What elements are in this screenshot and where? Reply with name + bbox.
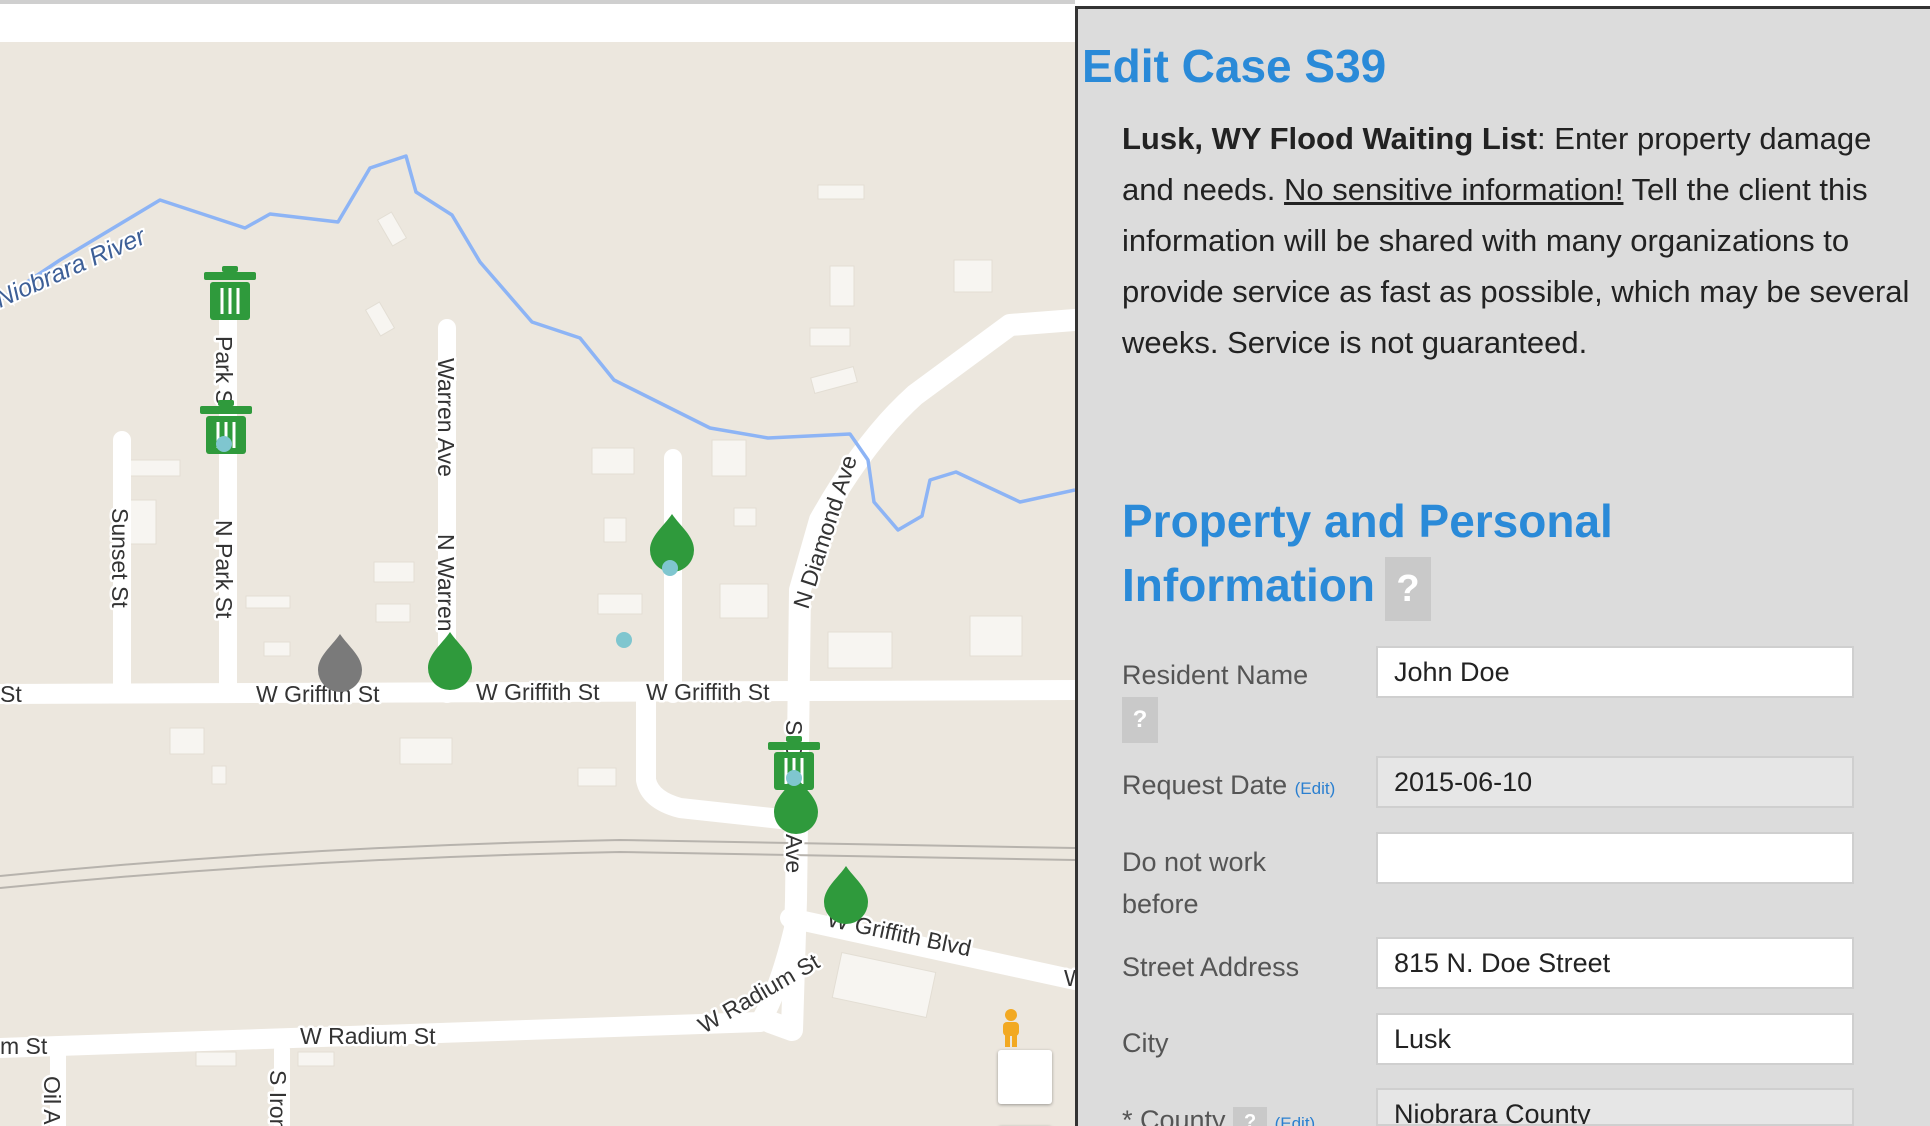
city-input[interactable]: Lusk	[1376, 1013, 1854, 1065]
label-oil-a: Oil A	[39, 1076, 65, 1125]
label-sunset-st: Sunset St	[107, 508, 133, 608]
label-park-st-top: Park S	[211, 336, 237, 405]
county-label: * County ? (Edit)	[1122, 1099, 1315, 1126]
label-w-griffith-st-3: W Griffith St	[646, 679, 770, 705]
resident-name-label: Resident Name	[1122, 660, 1309, 690]
railroad	[0, 838, 1075, 889]
resident-name-input[interactable]: John Doe	[1376, 646, 1854, 698]
label-warren-ave: Warren Ave	[433, 358, 459, 477]
do-not-work-before-input[interactable]	[1376, 832, 1854, 884]
request-date-label-text: Request Date	[1122, 770, 1288, 800]
label-st-left: St	[0, 681, 22, 707]
map-top-bar	[0, 0, 1075, 42]
county-edit-link[interactable]: (Edit)	[1275, 1114, 1316, 1126]
river-label: Niobrara River	[0, 222, 151, 314]
teal-dot-markers	[216, 436, 802, 786]
trash-icon[interactable]	[204, 266, 256, 320]
label-w-edge: W	[1064, 965, 1075, 991]
intro-text: Lusk, WY Flood Waiting List: Enter prope…	[1122, 113, 1912, 368]
street-address-input[interactable]: 815 N. Doe Street	[1376, 937, 1854, 989]
label-w-radium-st: W Radium St	[300, 1023, 436, 1049]
city-label: City	[1122, 1028, 1169, 1058]
intro-warning: No sensitive information!	[1284, 172, 1624, 207]
section-title: Property and Personal Information?	[1122, 489, 1682, 621]
county-help-button[interactable]: ?	[1233, 1106, 1268, 1126]
map-view[interactable]: Niobrara River W Griffith St W Griffith …	[0, 42, 1075, 1126]
county-label-text: * County	[1122, 1105, 1226, 1126]
label-n-diamond-ave: N Diamond Ave	[788, 452, 862, 612]
label-w-griffith-st-2: W Griffith St	[476, 679, 600, 705]
street-view-pegman-button[interactable]	[998, 1009, 1052, 1104]
street-address-label: Street Address	[1122, 952, 1300, 982]
request-date-label: Request Date (Edit)	[1122, 764, 1335, 810]
section-title-text: Property and Personal Information	[1122, 495, 1613, 611]
do-not-work-before-label: Do not work before	[1122, 847, 1267, 919]
green-drop-marker[interactable]	[428, 632, 472, 690]
label-n-park-st: N Park St	[211, 520, 237, 619]
label-m-st: m St	[0, 1033, 48, 1059]
request-date-input[interactable]: 2015-06-10	[1376, 756, 1854, 808]
page-title: Edit Case S39	[1082, 40, 1387, 92]
resident-name-help-button[interactable]: ?	[1122, 697, 1158, 743]
gray-drop-marker[interactable]	[318, 634, 362, 692]
green-drop-marker[interactable]	[824, 866, 868, 924]
pegman-icon	[1003, 1009, 1019, 1047]
county-input[interactable]: Niobrara County	[1376, 1088, 1854, 1126]
map-canvas[interactable]: Niobrara River W Griffith St W Griffith …	[0, 42, 1075, 1126]
section-help-button[interactable]: ?	[1384, 556, 1431, 621]
label-s-iron: S Iron	[265, 1070, 291, 1126]
request-date-edit-link[interactable]: (Edit)	[1295, 779, 1336, 798]
label-ave-lower: Ave	[781, 834, 807, 873]
label-w-griffith-st-1: W Griffith St	[256, 681, 380, 707]
label-n-warren: N Warren	[433, 534, 459, 632]
intro-bold: Lusk, WY Flood Waiting List	[1122, 121, 1538, 156]
